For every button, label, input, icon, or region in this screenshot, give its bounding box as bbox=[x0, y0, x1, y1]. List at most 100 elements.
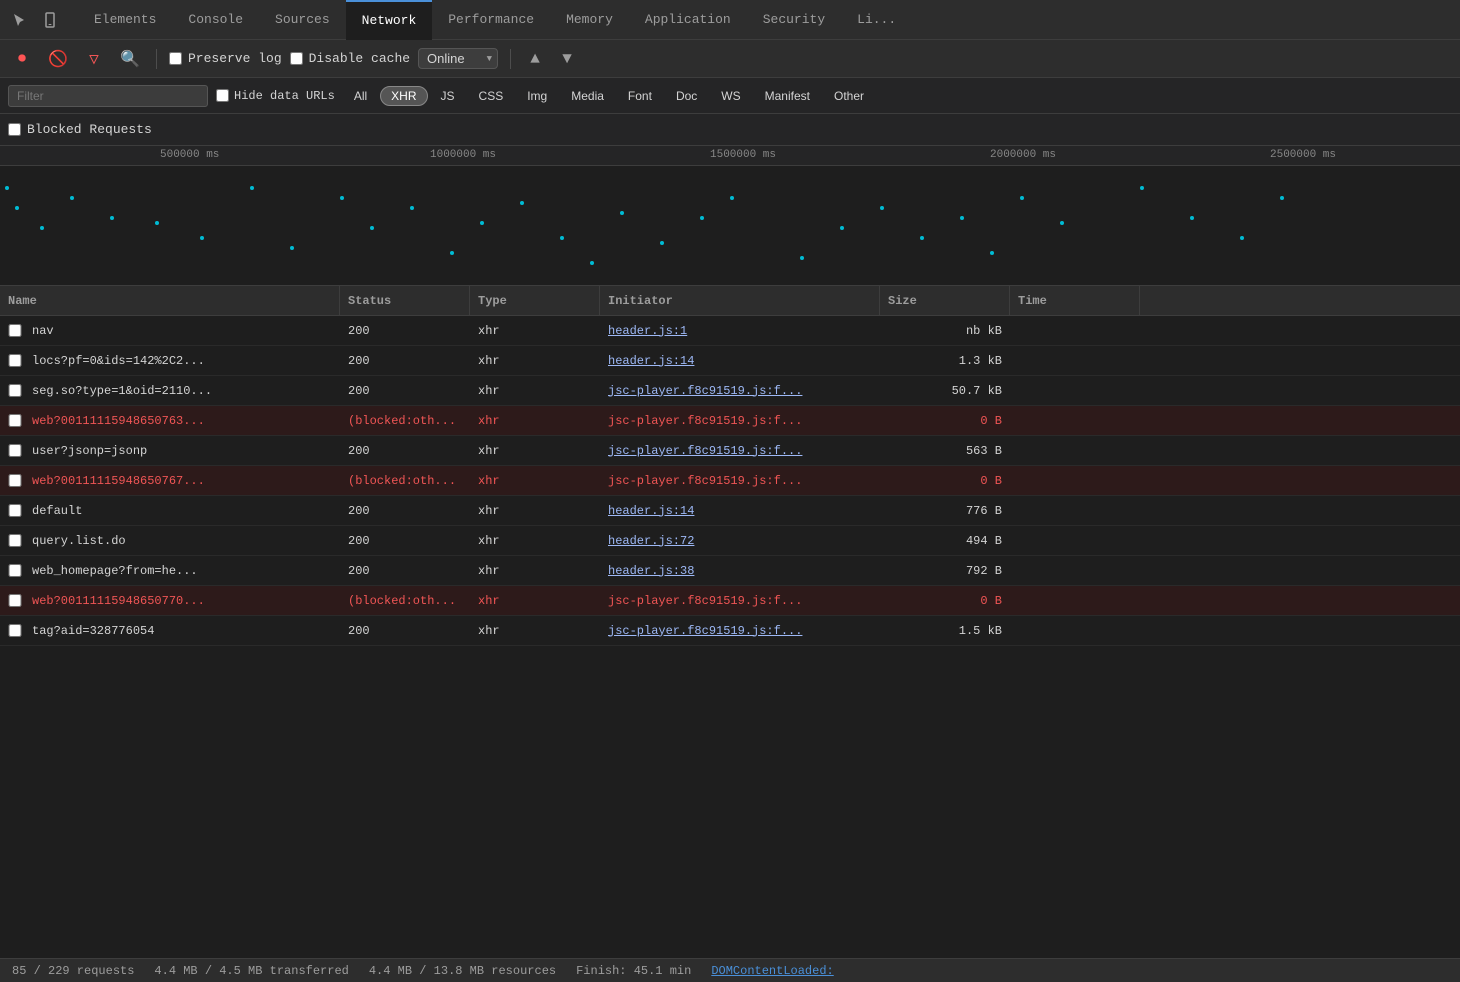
row-checkbox[interactable] bbox=[8, 564, 22, 577]
cursor-icon[interactable] bbox=[8, 8, 32, 32]
timeline-label: 2500000 ms bbox=[1270, 149, 1336, 161]
table-row[interactable]: nav200xhrheader.js:1nb kB bbox=[0, 316, 1460, 346]
table-row[interactable]: query.list.do200xhrheader.js:72494 B bbox=[0, 526, 1460, 556]
col-name[interactable]: Name bbox=[0, 286, 340, 315]
table-row[interactable]: locs?pf=0&ids=142%2C2...200xhrheader.js:… bbox=[0, 346, 1460, 376]
tab-sources[interactable]: Sources bbox=[259, 0, 346, 40]
col-status[interactable]: Status bbox=[340, 286, 470, 315]
record-button[interactable]: ⏺ bbox=[8, 45, 36, 73]
row-status: 200 bbox=[340, 316, 470, 345]
tab-memory[interactable]: Memory bbox=[550, 0, 629, 40]
row-checkbox[interactable] bbox=[8, 474, 22, 487]
row-checkbox[interactable] bbox=[8, 324, 22, 337]
row-initiator[interactable]: jsc-player.f8c91519.js:f... bbox=[600, 586, 880, 615]
tab-network[interactable]: Network bbox=[346, 0, 433, 40]
table-row[interactable]: web_homepage?from=he...200xhrheader.js:3… bbox=[0, 556, 1460, 586]
table-row[interactable]: default200xhrheader.js:14776 B bbox=[0, 496, 1460, 526]
row-checkbox[interactable] bbox=[8, 504, 22, 517]
row-checkbox[interactable] bbox=[8, 414, 22, 427]
filter-bar: Hide data URLs AllXHRJSCSSImgMediaFontDo… bbox=[0, 78, 1460, 114]
filter-btn-other[interactable]: Other bbox=[823, 86, 875, 106]
col-size[interactable]: Size bbox=[880, 286, 1010, 315]
tab-elements[interactable]: Elements bbox=[78, 0, 172, 40]
dom-content-link[interactable]: DOMContentLoaded: bbox=[711, 964, 833, 978]
timeline-dot bbox=[880, 206, 884, 210]
clear-button[interactable]: 🚫 bbox=[44, 45, 72, 73]
filter-btn-xhr[interactable]: XHR bbox=[380, 86, 427, 106]
row-name: web_homepage?from=he... bbox=[32, 564, 198, 578]
timeline-dot bbox=[590, 261, 594, 265]
filter-btn-manifest[interactable]: Manifest bbox=[754, 86, 821, 106]
search-button[interactable]: 🔍 bbox=[116, 45, 144, 73]
hide-data-urls-checkbox[interactable] bbox=[216, 89, 229, 102]
row-name: nav bbox=[32, 324, 54, 338]
row-time bbox=[1010, 556, 1140, 585]
row-time bbox=[1010, 346, 1140, 375]
export-button[interactable]: ▼ bbox=[555, 47, 579, 71]
row-type: xhr bbox=[470, 526, 600, 555]
filter-btn-img[interactable]: Img bbox=[516, 86, 558, 106]
row-initiator[interactable]: header.js:14 bbox=[600, 496, 880, 525]
tab-application[interactable]: Application bbox=[629, 0, 747, 40]
filter-btn-font[interactable]: Font bbox=[617, 86, 663, 106]
row-initiator[interactable]: jsc-player.f8c91519.js:f... bbox=[600, 436, 880, 465]
row-type: xhr bbox=[470, 586, 600, 615]
row-checkbox[interactable] bbox=[8, 534, 22, 547]
row-initiator[interactable]: jsc-player.f8c91519.js:f... bbox=[600, 406, 880, 435]
filter-btn-doc[interactable]: Doc bbox=[665, 86, 708, 106]
row-name: user?jsonp=jsonp bbox=[32, 444, 147, 458]
row-checkbox[interactable] bbox=[8, 624, 22, 637]
row-time bbox=[1010, 436, 1140, 465]
table-row[interactable]: web?00111115948650770...(blocked:oth...x… bbox=[0, 586, 1460, 616]
row-initiator[interactable]: header.js:14 bbox=[600, 346, 880, 375]
tab-more[interactable]: Li... bbox=[841, 0, 912, 40]
col-type[interactable]: Type bbox=[470, 286, 600, 315]
row-initiator[interactable]: header.js:38 bbox=[600, 556, 880, 585]
tab-security[interactable]: Security bbox=[747, 0, 841, 40]
filter-btn-js[interactable]: JS bbox=[430, 86, 466, 106]
filter-btn-ws[interactable]: WS bbox=[710, 86, 751, 106]
timeline-dot bbox=[920, 236, 924, 240]
row-initiator[interactable]: header.js:1 bbox=[600, 316, 880, 345]
tab-performance[interactable]: Performance bbox=[432, 0, 550, 40]
throttle-select[interactable]: Online Offline Slow 3G Fast 3G bbox=[418, 48, 498, 69]
table-row[interactable]: tag?aid=328776054200xhrjsc-player.f8c915… bbox=[0, 616, 1460, 646]
row-name: seg.so?type=1&oid=2110... bbox=[32, 384, 212, 398]
col-time[interactable]: Time bbox=[1010, 286, 1140, 315]
timeline-dot bbox=[200, 236, 204, 240]
mobile-icon[interactable] bbox=[38, 8, 62, 32]
blocked-requests-checkbox[interactable] bbox=[8, 123, 21, 136]
col-initiator[interactable]: Initiator bbox=[600, 286, 880, 315]
row-initiator[interactable]: jsc-player.f8c91519.js:f... bbox=[600, 466, 880, 495]
row-initiator[interactable]: jsc-player.f8c91519.js:f... bbox=[600, 616, 880, 645]
table-row[interactable]: web?00111115948650767...(blocked:oth...x… bbox=[0, 466, 1460, 496]
disable-cache-checkbox[interactable] bbox=[290, 52, 303, 65]
hide-data-urls-label[interactable]: Hide data URLs bbox=[216, 89, 335, 103]
filter-btn-all[interactable]: All bbox=[343, 86, 378, 106]
filter-input[interactable] bbox=[8, 85, 208, 107]
blocked-requests-label[interactable]: Blocked Requests bbox=[8, 122, 152, 137]
preserve-log-checkbox[interactable] bbox=[169, 52, 182, 65]
row-checkbox[interactable] bbox=[8, 384, 22, 397]
row-initiator[interactable]: header.js:72 bbox=[600, 526, 880, 555]
status-finish: Finish: 45.1 min bbox=[576, 964, 691, 978]
row-checkbox[interactable] bbox=[8, 444, 22, 457]
row-size: 0 B bbox=[880, 466, 1010, 495]
tab-console[interactable]: Console bbox=[172, 0, 259, 40]
row-checkbox[interactable] bbox=[8, 354, 22, 367]
row-size: 1.3 kB bbox=[880, 346, 1010, 375]
disable-cache-label[interactable]: Disable cache bbox=[290, 51, 410, 66]
row-checkbox[interactable] bbox=[8, 594, 22, 607]
table-row[interactable]: seg.so?type=1&oid=2110...200xhrjsc-playe… bbox=[0, 376, 1460, 406]
filter-btn-media[interactable]: Media bbox=[560, 86, 615, 106]
table-row[interactable]: web?00111115948650763...(blocked:oth...x… bbox=[0, 406, 1460, 436]
table-row[interactable]: user?jsonp=jsonp200xhrjsc-player.f8c9151… bbox=[0, 436, 1460, 466]
preserve-log-label[interactable]: Preserve log bbox=[169, 51, 282, 66]
table-body: nav200xhrheader.js:1nb kBlocs?pf=0&ids=1… bbox=[0, 316, 1460, 646]
row-initiator[interactable]: jsc-player.f8c91519.js:f... bbox=[600, 376, 880, 405]
filter-icon-button[interactable]: ▽ bbox=[80, 45, 108, 73]
row-time bbox=[1010, 586, 1140, 615]
import-button[interactable]: ▲ bbox=[523, 47, 547, 71]
filter-btn-css[interactable]: CSS bbox=[468, 86, 515, 106]
timeline-dots bbox=[0, 166, 1460, 285]
